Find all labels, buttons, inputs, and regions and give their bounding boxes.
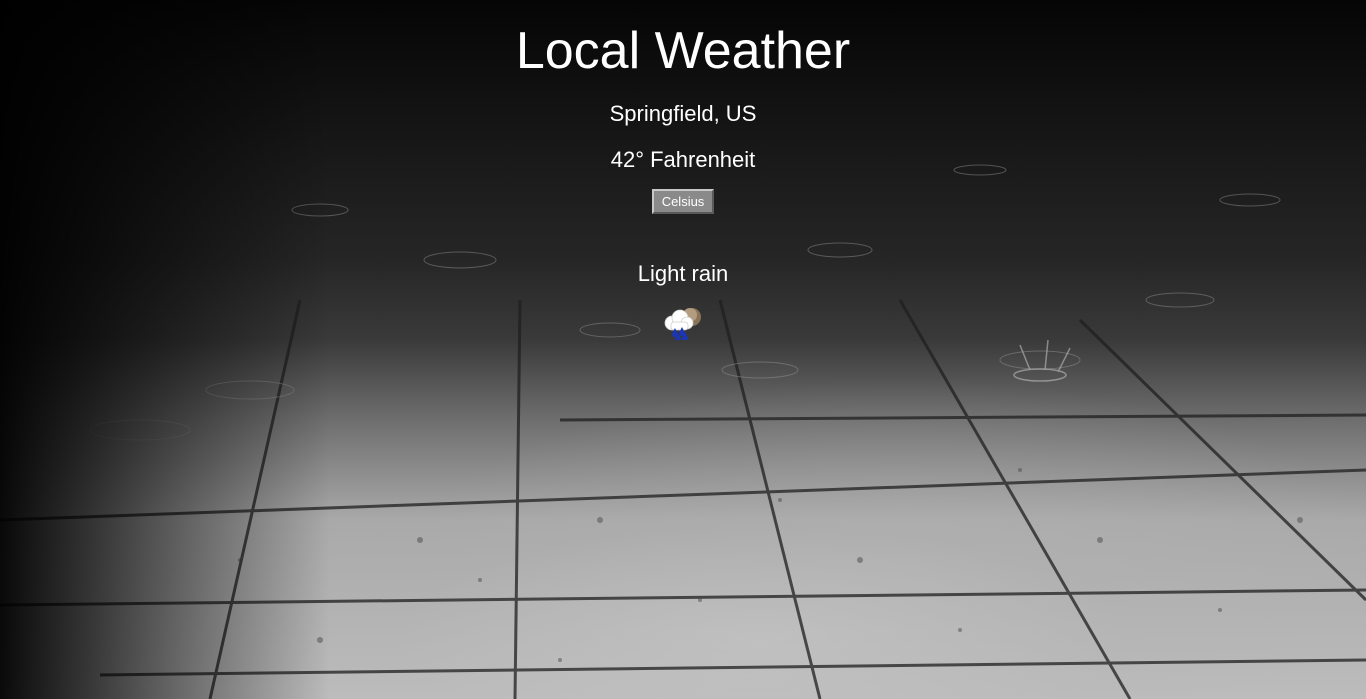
weather-condition-label: Light rain xyxy=(637,261,729,286)
page-title: Local Weather xyxy=(515,22,851,80)
temperature-readout: 42° Fahrenheit xyxy=(610,147,756,172)
weather-page: Local Weather Springfield, US 42° Fahren… xyxy=(0,0,1366,699)
light-rain-icon xyxy=(662,306,704,342)
location-label: Springfield, US xyxy=(609,101,757,126)
unit-toggle-button[interactable]: Celsius xyxy=(652,189,714,214)
